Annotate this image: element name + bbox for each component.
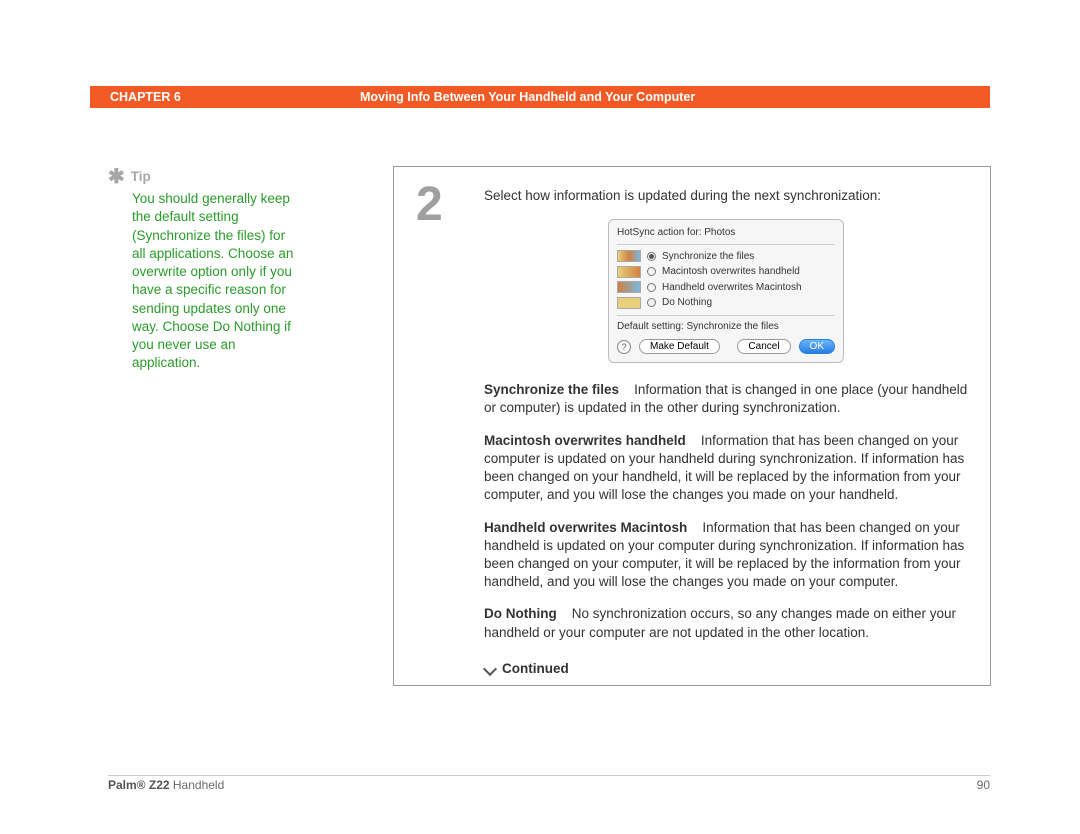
dialog-title: HotSync action for: Photos	[617, 226, 835, 240]
option-synchronize[interactable]: Synchronize the files	[617, 249, 835, 265]
description-do-nothing: Do Nothing No synchronization occurs, so…	[484, 605, 968, 641]
tip-body: You should generally keep the default se…	[132, 190, 298, 372]
step-intro-text: Select how information is updated during…	[484, 187, 968, 205]
hotsync-dialog: HotSync action for: Photos Synchronize t…	[608, 219, 844, 363]
option-label: Handheld overwrites Macintosh	[662, 281, 802, 295]
product-name-rest: Handheld	[170, 778, 225, 792]
option-mac-overwrites[interactable]: Macintosh overwrites handheld	[617, 264, 835, 280]
term: Handheld overwrites Macintosh	[484, 520, 687, 535]
page-footer: Palm® Z22 Handheld 90	[108, 778, 990, 792]
option-label: Do Nothing	[662, 296, 712, 310]
main-step-panel: 2 Select how information is updated duri…	[393, 166, 991, 686]
tip-label: Tip	[131, 168, 151, 186]
radio-icon[interactable]	[647, 298, 656, 307]
mac-overwrites-icon	[617, 266, 641, 278]
make-default-button[interactable]: Make Default	[639, 339, 720, 354]
continued-label: Continued	[502, 660, 569, 678]
chapter-header: CHAPTER 6 Moving Info Between Your Handh…	[90, 86, 990, 108]
option-handheld-overwrites[interactable]: Handheld overwrites Macintosh	[617, 280, 835, 296]
ok-button[interactable]: OK	[799, 339, 835, 354]
radio-icon[interactable]	[647, 267, 656, 276]
radio-icon[interactable]	[647, 283, 656, 292]
description-handheld-overwrites: Handheld overwrites Macintosh Informatio…	[484, 519, 968, 592]
handheld-overwrites-icon	[617, 281, 641, 293]
do-nothing-icon	[617, 297, 641, 309]
step-number: 2	[416, 181, 460, 678]
description-mac-overwrites: Macintosh overwrites handheld Informatio…	[484, 432, 968, 505]
sync-files-icon	[617, 250, 641, 262]
cancel-button[interactable]: Cancel	[737, 339, 790, 354]
chapter-title: Moving Info Between Your Handheld and Yo…	[360, 90, 695, 104]
continued-arrow-icon	[484, 663, 496, 675]
description-sync-files: Synchronize the files Information that i…	[484, 381, 968, 417]
chapter-number: CHAPTER 6	[110, 90, 360, 104]
term: Synchronize the files	[484, 382, 619, 397]
default-setting-label: Default setting: Synchronize the files	[617, 320, 835, 334]
radio-checked-icon[interactable]	[647, 252, 656, 261]
term: Macintosh overwrites handheld	[484, 433, 686, 448]
product-name: Palm® Z22 Handheld	[108, 778, 224, 792]
asterisk-icon: ✱	[108, 171, 125, 183]
option-label: Macintosh overwrites handheld	[662, 265, 800, 279]
option-label: Synchronize the files	[662, 250, 754, 264]
page-number: 90	[977, 778, 990, 792]
term: Do Nothing	[484, 606, 557, 621]
option-do-nothing[interactable]: Do Nothing	[617, 295, 835, 311]
continued-indicator: Continued	[484, 660, 968, 678]
tip-sidebar: ✱ Tip You should generally keep the defa…	[108, 168, 298, 372]
footer-divider	[108, 775, 990, 776]
help-icon[interactable]: ?	[617, 340, 631, 354]
tip-heading: ✱ Tip	[108, 168, 298, 186]
product-name-bold: Palm® Z22	[108, 778, 170, 792]
